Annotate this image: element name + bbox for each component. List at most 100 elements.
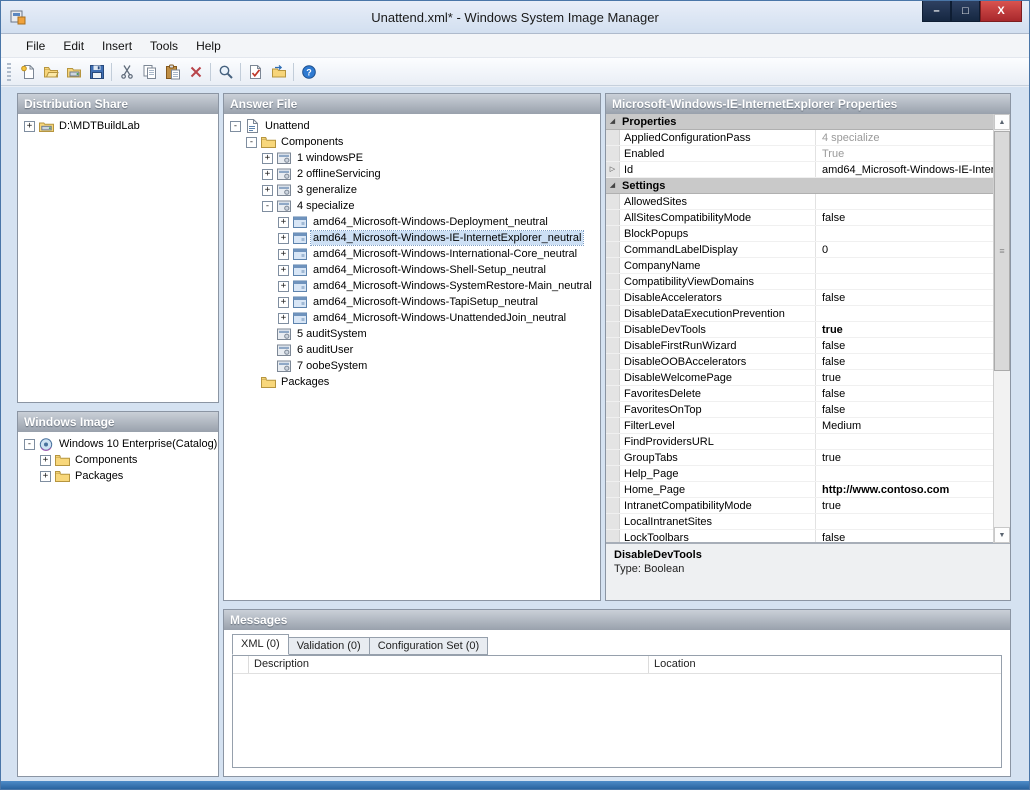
tree-expander[interactable]: - (230, 121, 241, 132)
tree-expander[interactable]: + (40, 455, 51, 466)
copy-button[interactable] (138, 61, 161, 83)
tree-expander[interactable]: - (262, 201, 273, 212)
property-row[interactable]: DisableOOBAcceleratorsfalse (606, 354, 993, 370)
property-value[interactable]: true (816, 498, 993, 513)
property-row[interactable]: AppliedConfigurationPass4 specialize (606, 130, 993, 146)
expand-triangle-icon[interactable]: ▷ (606, 162, 620, 177)
property-name[interactable]: AllowedSites (620, 194, 816, 209)
property-value[interactable]: false (816, 530, 993, 543)
property-value[interactable]: true (816, 322, 993, 337)
property-value[interactable] (816, 258, 993, 273)
property-row[interactable]: LocalIntranetSites (606, 514, 993, 530)
tree-item-label[interactable]: amd64_Microsoft-Windows-International-Co… (311, 247, 579, 261)
tree-expander[interactable]: + (278, 249, 289, 260)
tree-item-label[interactable]: D:\MDTBuildLab (57, 119, 142, 133)
property-row[interactable]: DisableDevToolstrue (606, 322, 993, 338)
tree-expander[interactable]: + (278, 313, 289, 324)
property-section-row[interactable]: ◢Properties (606, 114, 993, 130)
property-row[interactable]: CompanyName (606, 258, 993, 274)
property-name[interactable]: FavoritesDelete (620, 386, 816, 401)
save-answer-file-button[interactable] (85, 61, 108, 83)
tree-expander[interactable]: + (278, 281, 289, 292)
property-value[interactable]: Medium (816, 418, 993, 433)
property-name[interactable]: DisableDataExecutionPrevention (620, 306, 816, 321)
property-value[interactable]: 0 (816, 242, 993, 257)
property-row[interactable]: Help_Page (606, 466, 993, 482)
menu-item-tools[interactable]: Tools (141, 35, 187, 57)
property-name[interactable]: DisableWelcomePage (620, 370, 816, 385)
property-value[interactable]: false (816, 386, 993, 401)
property-row[interactable]: FavoritesOnTopfalse (606, 402, 993, 418)
property-value[interactable]: http://www.contoso.com (816, 482, 993, 497)
property-value[interactable]: false (816, 338, 993, 353)
tree-item[interactable]: +amd64_Microsoft-Windows-IE-InternetExpl… (226, 230, 598, 246)
tree-expander[interactable]: + (278, 217, 289, 228)
tree-item-label[interactable]: 2 offlineServicing (295, 167, 383, 181)
tab-configuration-set[interactable]: Configuration Set (0) (369, 637, 489, 655)
validate-answer-file-button[interactable] (244, 61, 267, 83)
property-name[interactable]: GroupTabs (620, 450, 816, 465)
property-row[interactable]: DisableFirstRunWizardfalse (606, 338, 993, 354)
property-row[interactable]: EnabledTrue (606, 146, 993, 162)
find-button[interactable] (214, 61, 237, 83)
tree-item[interactable]: - 4 specialize (226, 198, 598, 214)
property-name[interactable]: Id (620, 162, 816, 177)
title-bar[interactable]: Unattend.xml* - Windows System Image Man… (1, 1, 1029, 34)
help-button[interactable]: ? (297, 61, 320, 83)
new-answer-file-button[interactable] (16, 61, 39, 83)
tree-item[interactable]: +amd64_Microsoft-Windows-Shell-Setup_neu… (226, 262, 598, 278)
property-name[interactable]: AppliedConfigurationPass (620, 130, 816, 145)
tree-item[interactable]: +2 offlineServicing (226, 166, 598, 182)
property-value[interactable] (816, 226, 993, 241)
property-name[interactable]: FindProvidersURL (620, 434, 816, 449)
property-row[interactable]: DisableAcceleratorsfalse (606, 290, 993, 306)
property-row[interactable]: DisableDataExecutionPrevention (606, 306, 993, 322)
tree-item-label[interactable]: 5 auditSystem (295, 327, 369, 341)
tree-item-label[interactable]: Components (73, 453, 139, 467)
tree-expander[interactable]: + (24, 121, 35, 132)
property-name[interactable]: FavoritesOnTop (620, 402, 816, 417)
minimize-button[interactable]: – (922, 1, 951, 22)
property-value[interactable] (816, 194, 993, 209)
tree-item[interactable]: +Packages (20, 468, 216, 484)
tree-expander[interactable]: + (262, 169, 273, 180)
tree-item-label[interactable]: 4 specialize (295, 199, 356, 213)
property-row[interactable]: FindProvidersURL (606, 434, 993, 450)
property-name[interactable]: DisableFirstRunWizard (620, 338, 816, 353)
property-name[interactable]: LocalIntranetSites (620, 514, 816, 529)
property-name[interactable]: IntranetCompatibilityMode (620, 498, 816, 513)
tree-item-label[interactable]: Packages (73, 469, 125, 483)
tree-item[interactable]: +amd64_Microsoft-Windows-TapiSetup_neutr… (226, 294, 598, 310)
property-name[interactable]: Home_Page (620, 482, 816, 497)
tree-expander[interactable]: - (246, 137, 257, 148)
property-row[interactable]: LockToolbarsfalse (606, 530, 993, 543)
property-value[interactable]: false (816, 290, 993, 305)
property-value[interactable] (816, 514, 993, 529)
tree-item[interactable]: -Windows 10 Enterprise(Catalog) (20, 436, 216, 452)
open-windows-image-button[interactable] (62, 61, 85, 83)
property-row[interactable]: CompatibilityViewDomains (606, 274, 993, 290)
tree-item-label[interactable]: 3 generalize (295, 183, 359, 197)
vertical-scrollbar[interactable]: ▲ ≡ ▼ (993, 114, 1010, 543)
menu-item-file[interactable]: File (17, 35, 54, 57)
scrollbar-thumb[interactable]: ≡ (994, 131, 1010, 371)
tree-item-label[interactable]: amd64_Microsoft-Windows-TapiSetup_neutra… (311, 295, 540, 309)
menu-item-edit[interactable]: Edit (54, 35, 93, 57)
property-row[interactable]: FilterLevelMedium (606, 418, 993, 434)
tree-item-label[interactable]: 7 oobeSystem (295, 359, 369, 373)
property-value[interactable]: false (816, 354, 993, 369)
collapse-triangle-icon[interactable]: ◢ (606, 178, 620, 193)
tree-item[interactable]: - Unattend (226, 118, 598, 134)
delete-button[interactable] (184, 61, 207, 83)
tree-item[interactable]: Packages (226, 374, 598, 390)
tree-item-label[interactable]: Unattend (263, 119, 312, 133)
tree-item[interactable]: + D:\MDTBuildLab (20, 118, 216, 134)
tree-item[interactable]: 5 auditSystem (226, 326, 598, 342)
property-section-row[interactable]: ◢Settings (606, 178, 993, 194)
property-value[interactable] (816, 274, 993, 289)
open-answer-file-button[interactable] (39, 61, 62, 83)
property-name[interactable]: DisableOOBAccelerators (620, 354, 816, 369)
tree-item[interactable]: +amd64_Microsoft-Windows-Deployment_neut… (226, 214, 598, 230)
tree-item[interactable]: -Components (226, 134, 598, 150)
property-value[interactable] (816, 466, 993, 481)
